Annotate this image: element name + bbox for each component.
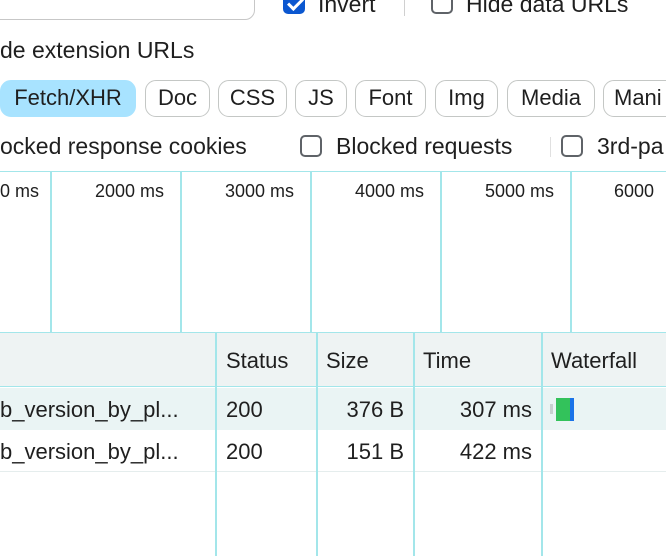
request-size: 376 B bbox=[346, 397, 405, 422]
toolbar-divider bbox=[404, 0, 405, 16]
tick-line bbox=[180, 171, 182, 333]
request-time: 422 ms bbox=[459, 439, 532, 464]
tick-label: 3000 ms bbox=[225, 181, 295, 201]
request-name[interactable]: b_version_by_pl... bbox=[0, 439, 179, 465]
column-header-waterfall[interactable]: Waterfall bbox=[551, 348, 637, 374]
chip-js[interactable]: JS bbox=[295, 80, 347, 117]
tick-line bbox=[570, 171, 572, 333]
request-status: 200 bbox=[226, 439, 263, 464]
tick-label: 0 ms bbox=[0, 181, 40, 201]
filter-input[interactable] bbox=[0, 0, 255, 20]
tick-label: 4000 ms bbox=[355, 181, 425, 201]
tick-label: 6000 bbox=[614, 181, 655, 201]
chip-img[interactable]: Img bbox=[435, 80, 498, 117]
toolbar-divider bbox=[550, 137, 551, 157]
chip-fetch-xhr[interactable]: Fetch/XHR bbox=[0, 80, 136, 117]
column-divider[interactable] bbox=[541, 333, 543, 556]
chip-manifest[interactable]: Mani bbox=[603, 80, 666, 117]
chip-media[interactable]: Media bbox=[507, 80, 595, 117]
invert-label: Invert bbox=[318, 0, 376, 17]
blocked-cookies-label[interactable]: ocked response cookies bbox=[0, 133, 247, 160]
hide-data-urls-label: Hide data URLs bbox=[466, 0, 629, 17]
chip-doc[interactable]: Doc bbox=[145, 80, 210, 117]
column-header-status[interactable]: Status bbox=[226, 348, 288, 374]
column-divider[interactable] bbox=[413, 333, 415, 556]
column-divider[interactable] bbox=[316, 333, 318, 556]
tick-line bbox=[50, 171, 52, 333]
third-party-checkbox[interactable] bbox=[561, 135, 583, 157]
blocked-requests-checkbox[interactable] bbox=[300, 135, 322, 157]
waterfall-queue-bar bbox=[550, 404, 553, 414]
tick-label: 5000 ms bbox=[485, 181, 555, 201]
column-header-size[interactable]: Size bbox=[326, 348, 369, 374]
hide-data-urls-checkbox[interactable] bbox=[431, 0, 453, 14]
chip-css[interactable]: CSS bbox=[218, 80, 287, 117]
tick-line bbox=[310, 171, 312, 333]
chip-font[interactable]: Font bbox=[355, 80, 426, 117]
tick-label: 2000 ms bbox=[95, 181, 165, 201]
third-party-label: 3rd-pa bbox=[597, 133, 664, 159]
request-status: 200 bbox=[226, 397, 263, 422]
request-name[interactable]: b_version_by_pl... bbox=[0, 397, 179, 423]
column-divider[interactable] bbox=[215, 333, 217, 556]
waterfall-download-bar bbox=[570, 398, 574, 421]
tick-line bbox=[440, 171, 442, 333]
waterfall-waiting-bar bbox=[556, 398, 570, 421]
invert-checkbox[interactable] bbox=[283, 0, 305, 14]
blocked-requests-label: Blocked requests bbox=[336, 133, 513, 159]
column-header-time[interactable]: Time bbox=[423, 348, 471, 374]
request-size: 151 B bbox=[346, 439, 405, 464]
request-time: 307 ms bbox=[459, 397, 532, 422]
hide-extension-urls-label[interactable]: de extension URLs bbox=[0, 37, 194, 64]
